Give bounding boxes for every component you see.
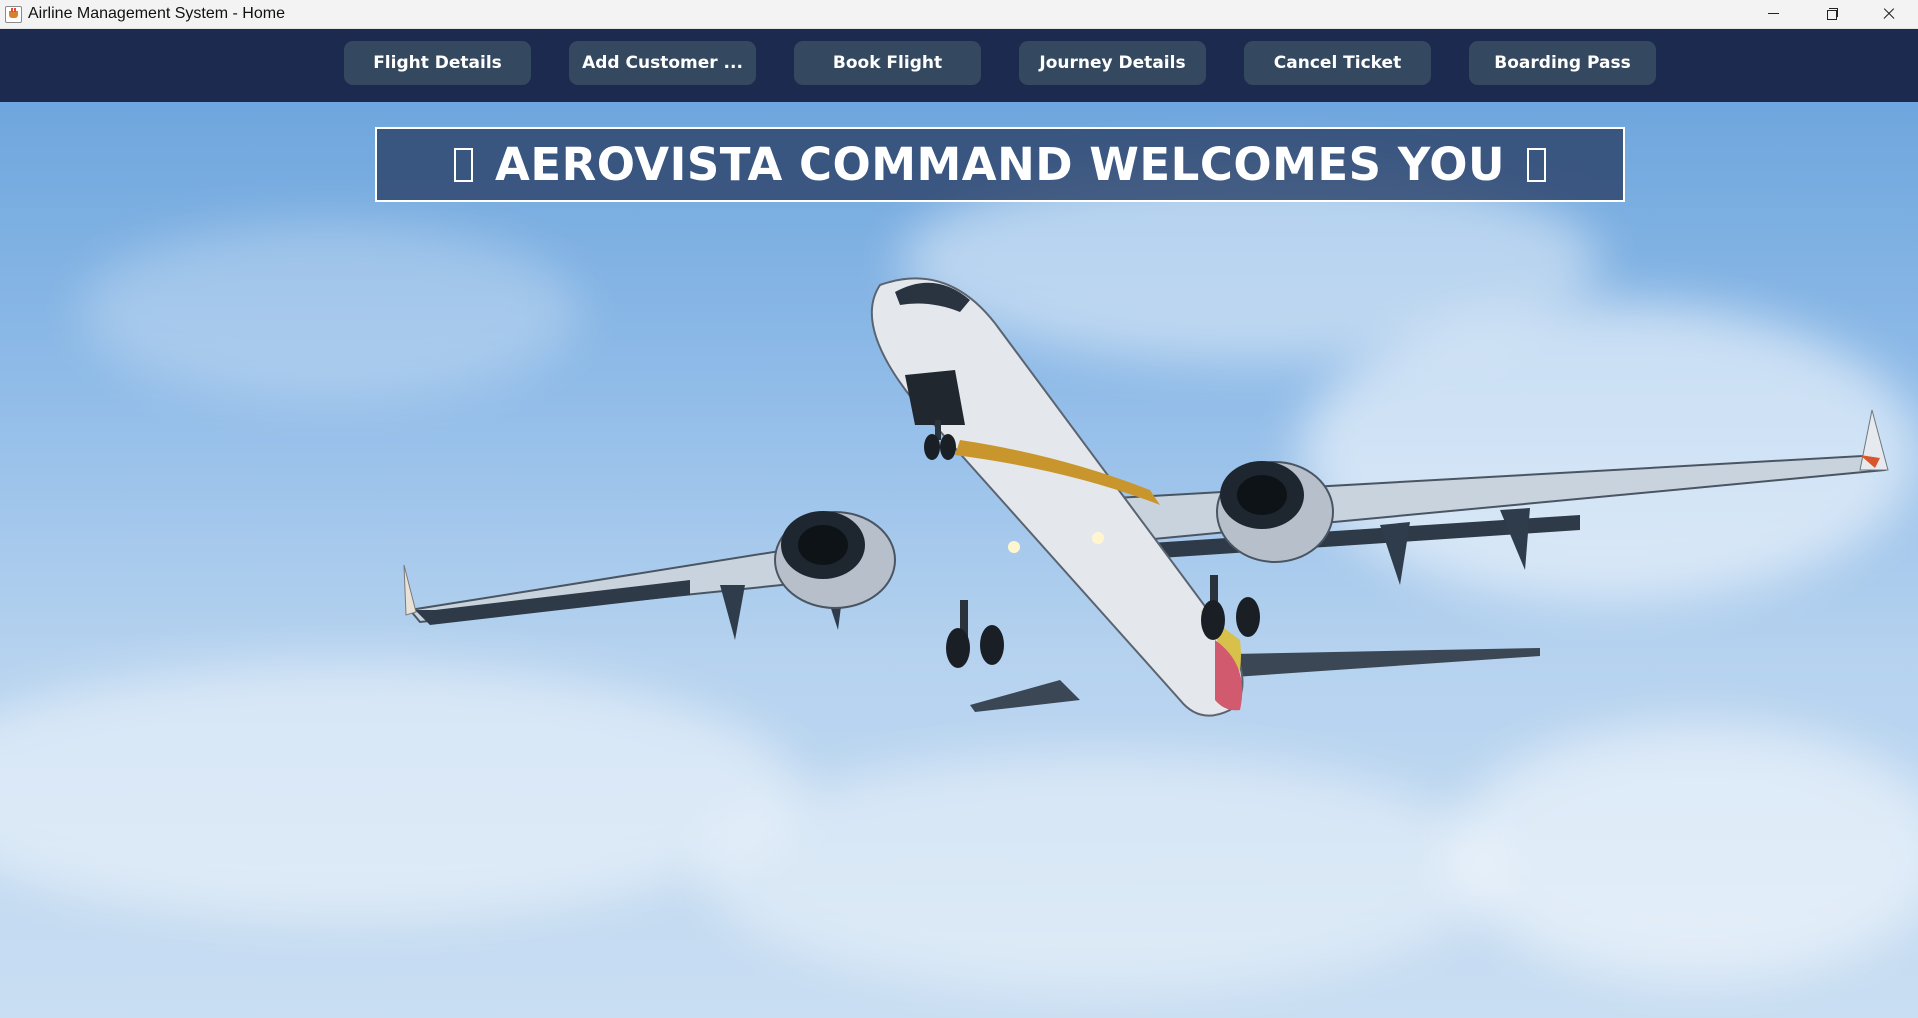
close-icon[interactable] <box>1860 0 1918 29</box>
flight-details-button[interactable]: Flight Details <box>344 41 531 85</box>
boarding-pass-button[interactable]: Boarding Pass <box>1469 41 1656 85</box>
missing-glyph-icon <box>454 147 473 182</box>
window-controls <box>1744 0 1918 29</box>
minimize-icon[interactable] <box>1744 0 1802 29</box>
welcome-banner-text: AEROVISTA COMMAND WELCOMES YOU <box>495 138 1505 191</box>
airplane-illustration <box>403 277 1889 717</box>
window-title-bar: Airline Management System - Home <box>0 0 1918 29</box>
background-airplane-image <box>0 102 1918 1018</box>
java-app-icon <box>5 5 22 23</box>
book-flight-button[interactable]: Book Flight <box>794 41 981 85</box>
welcome-banner: AEROVISTA COMMAND WELCOMES YOU <box>375 127 1625 202</box>
nav-bar: Flight Details Add Customer ... Book Fli… <box>0 29 1918 102</box>
add-customer-button[interactable]: Add Customer ... <box>569 41 756 85</box>
restore-icon[interactable] <box>1802 0 1860 29</box>
journey-details-button[interactable]: Journey Details <box>1019 41 1206 85</box>
missing-glyph-icon <box>1527 147 1546 182</box>
cancel-ticket-button[interactable]: Cancel Ticket <box>1244 41 1431 85</box>
window-title: Airline Management System - Home <box>28 5 285 22</box>
